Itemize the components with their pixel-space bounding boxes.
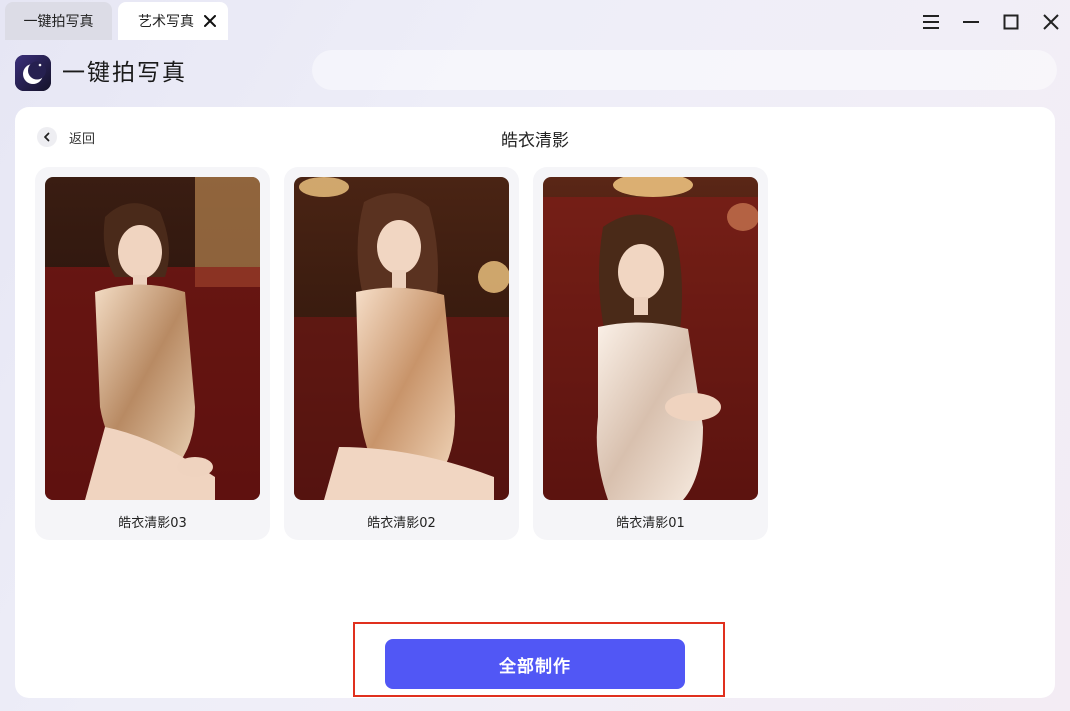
minimize-icon[interactable] (960, 11, 982, 33)
moon-logo-icon (15, 55, 51, 91)
main-panel: 返回 皓衣清影 皓衣清影03 皓衣清影02 皓衣清影01 (15, 107, 1055, 698)
close-icon[interactable] (1040, 11, 1062, 33)
portrait-image (294, 177, 509, 500)
template-card[interactable]: 皓衣清影02 (284, 167, 519, 540)
portrait-image (45, 177, 260, 500)
tab-art-photo[interactable]: 艺术写真 (118, 2, 228, 40)
close-icon[interactable] (202, 13, 218, 29)
page-title: 皓衣清影 (501, 131, 569, 151)
maximize-icon[interactable] (1000, 11, 1022, 33)
tab-label: 艺术写真 (138, 14, 194, 30)
card-label: 皓衣清影01 (616, 516, 685, 531)
menu-icon[interactable] (920, 11, 942, 33)
portrait-image (543, 177, 758, 500)
make-all-button[interactable]: 全部制作 (385, 639, 685, 689)
tab-one-click-photo[interactable]: 一键拍写真 (5, 2, 112, 40)
template-card[interactable]: 皓衣清影01 (533, 167, 768, 540)
template-card[interactable]: 皓衣清影03 (35, 167, 270, 540)
card-label: 皓衣清影02 (367, 516, 436, 531)
card-label: 皓衣清影03 (118, 516, 187, 531)
tab-label: 一键拍写真 (23, 14, 94, 30)
app-title: 一键拍写真 (62, 60, 187, 86)
header-blank-bar (312, 50, 1057, 90)
